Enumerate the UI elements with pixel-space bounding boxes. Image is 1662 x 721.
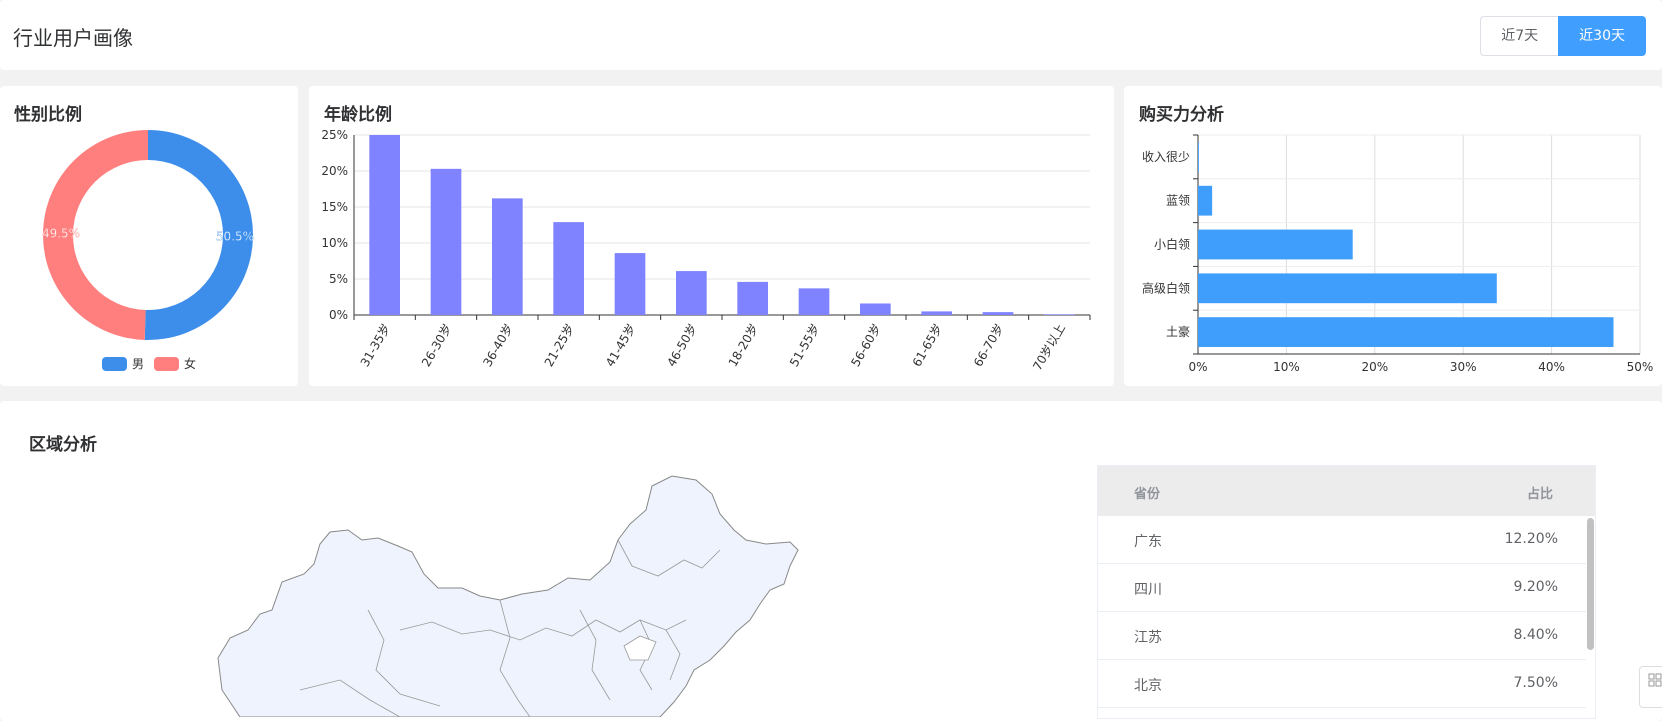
- legend-male-label: 男: [132, 357, 145, 371]
- power-x-tick-label: 10%: [1273, 360, 1300, 374]
- table-header: 省份 占比: [1098, 466, 1595, 516]
- cell-ratio: 12.20%: [1504, 531, 1558, 547]
- age-x-tick-label: 66-70岁: [970, 321, 1006, 369]
- age-y-tick-label: 10%: [321, 236, 348, 250]
- header-province[interactable]: 省份: [1134, 483, 1160, 502]
- age-y-tick-label: 20%: [321, 164, 348, 178]
- power-x-tick-label: 0%: [1188, 360, 1207, 374]
- age-bar: [921, 311, 952, 315]
- table-row[interactable]: 四川 9.20%: [1098, 564, 1586, 612]
- table-row[interactable]: 广东 12.20%: [1098, 516, 1586, 564]
- header-bar: 行业用户画像 近7天 近30天: [0, 0, 1662, 70]
- table-row[interactable]: [1098, 708, 1586, 718]
- gender-donut-chart: 50.5% 49.5%: [42, 130, 254, 340]
- cell-ratio: 9.20%: [1513, 579, 1558, 595]
- age-bar: [1044, 314, 1075, 315]
- age-x-tick-label: 41-45岁: [602, 321, 638, 369]
- age-x-tick-label: 70岁以上: [1029, 321, 1068, 373]
- power-bar: [1198, 273, 1497, 304]
- age-bar-chart: 0% 5% 10% 15% 20% 25% 31-35岁 26-30岁 36-40岁 21-25岁…: [321, 128, 1091, 373]
- grid-icon: [1648, 673, 1662, 687]
- donut-data-label: 50.5%: [216, 229, 254, 243]
- age-bar: [553, 222, 584, 315]
- cell-province: 江苏: [1134, 630, 1162, 646]
- china-map-outline[interactable]: [217, 475, 799, 717]
- power-bar: [1198, 229, 1353, 260]
- age-bar: [798, 288, 830, 315]
- age-bar: [430, 168, 462, 315]
- donut-data-label: 49.5%: [42, 227, 80, 241]
- power-y-tick-label: 蓝领: [1166, 194, 1190, 208]
- age-x-tick-label: 18-20岁: [725, 321, 761, 369]
- page-title: 行业用户画像: [13, 26, 133, 50]
- age-bar: [614, 253, 646, 315]
- power-bar: [1198, 142, 1199, 172]
- age-bar: [737, 281, 768, 315]
- cell-province: 广东: [1134, 534, 1162, 550]
- power-x-tick-label: 30%: [1450, 360, 1477, 374]
- age-y-tick-label: 5%: [329, 272, 348, 286]
- age-bar: [369, 135, 400, 315]
- power-x-tick-label: 40%: [1538, 360, 1565, 374]
- header-ratio[interactable]: 占比: [1527, 483, 1553, 502]
- power-bar: [1198, 185, 1213, 216]
- table-row[interactable]: 北京 7.50%: [1098, 660, 1586, 708]
- date-range-toggle: 近7天 近30天: [1480, 16, 1646, 56]
- age-bar: [982, 312, 1014, 315]
- age-y-tick-label: 15%: [321, 200, 348, 214]
- age-x-tick-label: 26-30岁: [418, 321, 454, 369]
- region-table: 省份 占比 广东 12.20% 四川 9.20% 江苏 8.40% 北京 7.5…: [1097, 465, 1596, 719]
- age-bar: [860, 303, 891, 315]
- age-x-tick-label: 51-55岁: [786, 321, 822, 369]
- region-title: 区域分析: [29, 435, 97, 455]
- legend-male[interactable]: 男: [102, 355, 144, 372]
- age-x-tick-label: 56-60岁: [848, 321, 884, 369]
- cell-province: 北京: [1134, 678, 1162, 694]
- age-y-tick-label: 0%: [329, 308, 348, 322]
- table-scrollbar-thumb[interactable]: [1587, 518, 1594, 650]
- power-bar: [1198, 317, 1614, 347]
- last-30-days-button[interactable]: 近30天: [1558, 16, 1646, 56]
- power-y-tick-label: 高级白领: [1142, 280, 1190, 295]
- toolbox-button[interactable]: [1639, 666, 1662, 708]
- cell-ratio: 8.40%: [1513, 627, 1558, 643]
- age-x-tick-label: 61-65岁: [909, 321, 945, 369]
- legend-female-label: 女: [184, 357, 197, 371]
- power-x-tick-label: 50%: [1627, 360, 1654, 374]
- power-y-tick-label: 小白领: [1154, 237, 1190, 252]
- age-x-tick-label: 21-25岁: [541, 321, 577, 369]
- age-bar: [676, 271, 707, 315]
- power-y-tick-label: 收入很少: [1142, 150, 1190, 164]
- last-7-days-button[interactable]: 近7天: [1480, 16, 1559, 56]
- age-x-tick-label: 46-50岁: [664, 321, 700, 369]
- cell-ratio: 7.50%: [1513, 675, 1558, 691]
- legend-male-swatch: [102, 356, 127, 371]
- power-y-tick-label: 土豪: [1166, 324, 1190, 339]
- legend-female-swatch: [154, 356, 179, 371]
- age-x-tick-label: 36-40岁: [480, 321, 516, 369]
- age-y-tick-label: 25%: [321, 128, 348, 142]
- age-bar: [492, 198, 523, 315]
- purchasing-power-bar-chart: 0% 10% 20% 30% 40% 50% 收入很少蓝领小白领高级白领土豪: [1142, 134, 1654, 374]
- china-map[interactable]: [200, 470, 860, 717]
- cell-province: 四川: [1134, 582, 1162, 598]
- table-row[interactable]: 江苏 8.40%: [1098, 612, 1586, 660]
- age-x-tick-label: 31-35岁: [357, 321, 393, 369]
- power-x-tick-label: 20%: [1361, 360, 1388, 374]
- table-scrollbar[interactable]: [1586, 516, 1595, 718]
- legend-female[interactable]: 女: [154, 355, 196, 372]
